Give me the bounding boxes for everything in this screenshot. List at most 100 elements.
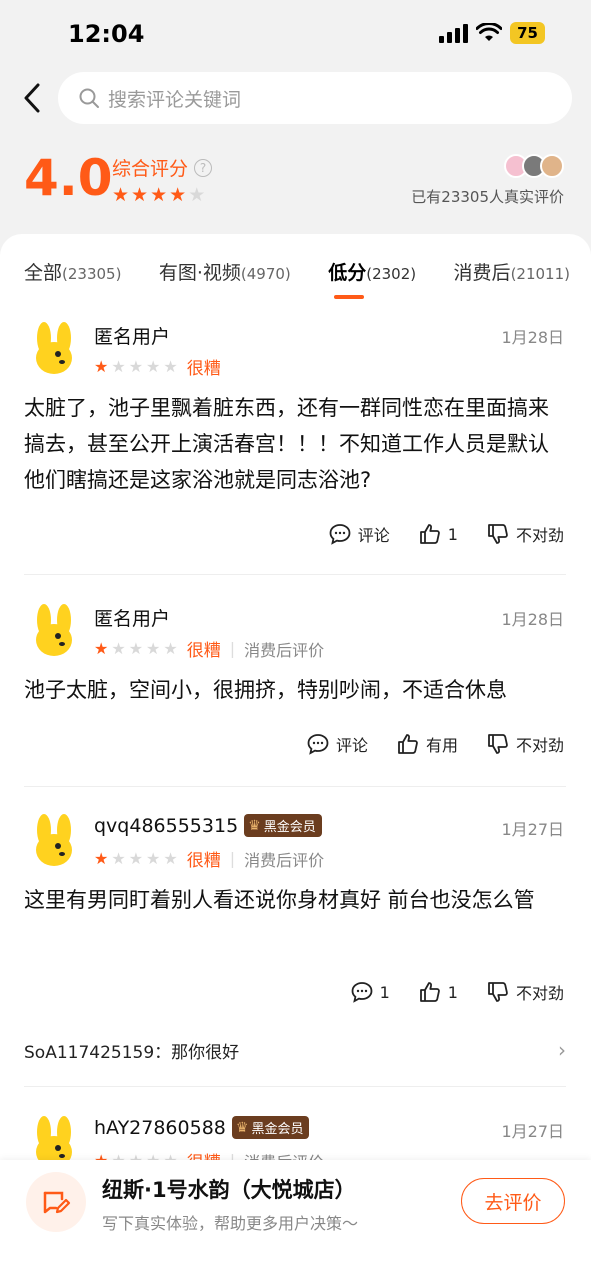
- review-text[interactable]: 太脏了，池子里飘着脏东西，还有一群同性恋在里面搞来搞去，甚至公开上演活春宫！！！…: [24, 390, 566, 498]
- comment-button[interactable]: 评论: [306, 732, 368, 756]
- write-review-button[interactable]: 去评价: [461, 1178, 565, 1224]
- review-date: 1月28日: [501, 328, 564, 347]
- thumbs-down-icon: [488, 734, 508, 754]
- star-icon: ★: [146, 639, 161, 658]
- review-item: 匿名用户 1月28日 ★ ★ ★ ★ ★ 很糟 | 消费后评价 池子太脏，空间小…: [24, 602, 566, 772]
- status-bar: 12:04 75: [0, 0, 591, 68]
- rating-word: 很糟: [186, 641, 221, 661]
- vip-icon: ♛: [248, 817, 261, 834]
- score-label: 综合评分 ?: [112, 154, 213, 181]
- star-icon: ★: [150, 184, 168, 206]
- tab-low-score[interactable]: 低分(2302): [328, 258, 417, 299]
- divider: [24, 1086, 566, 1087]
- comment-button[interactable]: 1: [350, 980, 390, 1004]
- tab-label: 低分: [328, 262, 367, 284]
- review-actions: 评论 有用 不对劲: [306, 732, 564, 756]
- avatar[interactable]: [24, 602, 82, 660]
- signal-icon: [439, 23, 469, 43]
- comment-icon: [307, 734, 329, 755]
- reply-text: SoA117425159：那你很好: [24, 1043, 240, 1063]
- dislike-button[interactable]: 不对劲: [486, 980, 564, 1004]
- review-item: 匿名用户 1月28日 ★ ★ ★ ★ ★ 很糟 太脏了，池子里飘着脏东西，还有一…: [24, 320, 566, 560]
- review-actions: 评论 1 不对劲: [328, 522, 564, 546]
- avatar[interactable]: [24, 812, 82, 870]
- tab-underline: [334, 295, 365, 299]
- tab-all[interactable]: 全部(23305): [24, 258, 121, 285]
- vip-badge: ♛ 黑金会员: [244, 814, 322, 837]
- avatar[interactable]: [24, 1114, 82, 1164]
- comment-icon: [351, 982, 373, 1003]
- review-text[interactable]: 这里有男同盯着别人看还说你身材真好 前台也没怎么管: [24, 882, 566, 918]
- like-button[interactable]: 有用: [396, 732, 458, 756]
- tab-label: 消费后: [453, 262, 511, 284]
- tab-with-media[interactable]: 有图·视频(4970): [159, 258, 291, 285]
- overall-score: 4.0: [24, 149, 113, 207]
- score-stars: ★ ★ ★ ★ ★: [112, 184, 205, 206]
- username[interactable]: qvq486555315 ♛ 黑金会员: [94, 814, 322, 837]
- review-date: 1月27日: [501, 1122, 564, 1141]
- back-icon[interactable]: [14, 78, 50, 118]
- username[interactable]: 匿名用户: [94, 604, 170, 631]
- vip-badge: ♛ 黑金会员: [231, 1116, 310, 1139]
- star-icon: ★: [111, 639, 126, 658]
- dislike-label: 不对劲: [515, 984, 564, 1003]
- dislike-button[interactable]: 不对劲: [486, 732, 564, 756]
- avatar[interactable]: [24, 320, 82, 378]
- shop-subtitle: 写下真实体验，帮助更多用户决策～: [102, 1214, 359, 1233]
- tab-count: (23305): [62, 265, 122, 283]
- bottom-bar: 纽斯·1号水韵（大悦城店） 写下真实体验，帮助更多用户决策～ 去评价: [0, 1160, 591, 1280]
- avatar: [540, 154, 564, 178]
- star-icon: ★: [163, 849, 178, 868]
- rating-summary: 4.0 综合评分 ? ★ ★ ★ ★ ★ 已有23305人真实评价: [24, 148, 570, 218]
- thumbs-up-icon: [398, 734, 418, 754]
- tab-count: (2302): [366, 265, 417, 283]
- search-input[interactable]: 搜索评论关键词: [58, 72, 572, 124]
- star-icon: ★: [94, 849, 109, 868]
- review-tag: 消费后评价: [244, 640, 325, 660]
- username[interactable]: 匿名用户: [94, 322, 170, 349]
- shop-name: 纽斯·1号水韵（大悦城店）: [102, 1178, 356, 1202]
- review-date: 1月27日: [501, 820, 564, 839]
- review-text[interactable]: 池子太脏，空间小，很拥挤，特别吵闹，不适合休息: [24, 672, 566, 708]
- like-label: 1: [447, 524, 458, 544]
- reviews-card: 全部(23305) 有图·视频(4970) 低分(2302) 消费后(21011…: [0, 234, 591, 1164]
- star-icon: ★: [111, 357, 126, 376]
- star-icon: ★: [112, 184, 130, 206]
- rating-word: 很糟: [186, 851, 221, 871]
- tab-after-purchase[interactable]: 消费后(21011): [454, 258, 570, 285]
- write-review-icon[interactable]: [26, 1172, 86, 1232]
- comment-label: 评论: [357, 526, 390, 545]
- tab-count: (21011): [510, 265, 570, 283]
- username-text: hAY27860588: [94, 1116, 226, 1139]
- search-placeholder: 搜索评论关键词: [108, 88, 242, 111]
- thumbs-up-icon: [419, 982, 440, 1002]
- reply-preview[interactable]: SoA117425159：那你很好 ›: [24, 1038, 566, 1063]
- vip-icon: ♛: [235, 1119, 249, 1136]
- star-icon: ★: [128, 849, 144, 868]
- star-icon: ★: [163, 639, 178, 658]
- star-icon: ★: [146, 849, 161, 868]
- star-icon: ★: [94, 357, 109, 376]
- battery-indicator: 75: [510, 22, 545, 44]
- review-count: 已有23305人真实评价: [411, 188, 564, 206]
- comment-label: 评论: [335, 736, 368, 755]
- username-text: 匿名用户: [94, 326, 171, 348]
- star-icon: ★: [188, 184, 206, 206]
- like-button[interactable]: 1: [418, 522, 458, 546]
- username[interactable]: hAY27860588 ♛ 黑金会员: [94, 1116, 310, 1139]
- comment-button[interactable]: 评论: [328, 522, 390, 546]
- help-icon[interactable]: ?: [194, 158, 213, 177]
- status-icons: 75: [439, 22, 545, 44]
- username-text: qvq486555315: [94, 814, 239, 837]
- like-label: 有用: [425, 736, 458, 755]
- tab-label: 有图·视频: [158, 262, 241, 284]
- divider: [24, 786, 566, 787]
- like-button[interactable]: 1: [418, 980, 458, 1004]
- search-icon: [79, 88, 99, 108]
- dislike-button[interactable]: 不对劲: [486, 522, 564, 546]
- dislike-label: 不对劲: [515, 736, 564, 755]
- thumbs-up-icon: [419, 524, 440, 544]
- review-stars: ★ ★ ★ ★ ★ 很糟 | 消费后评价: [94, 636, 324, 661]
- username-text: 匿名用户: [94, 608, 171, 630]
- score-label-text: 综合评分: [112, 158, 189, 180]
